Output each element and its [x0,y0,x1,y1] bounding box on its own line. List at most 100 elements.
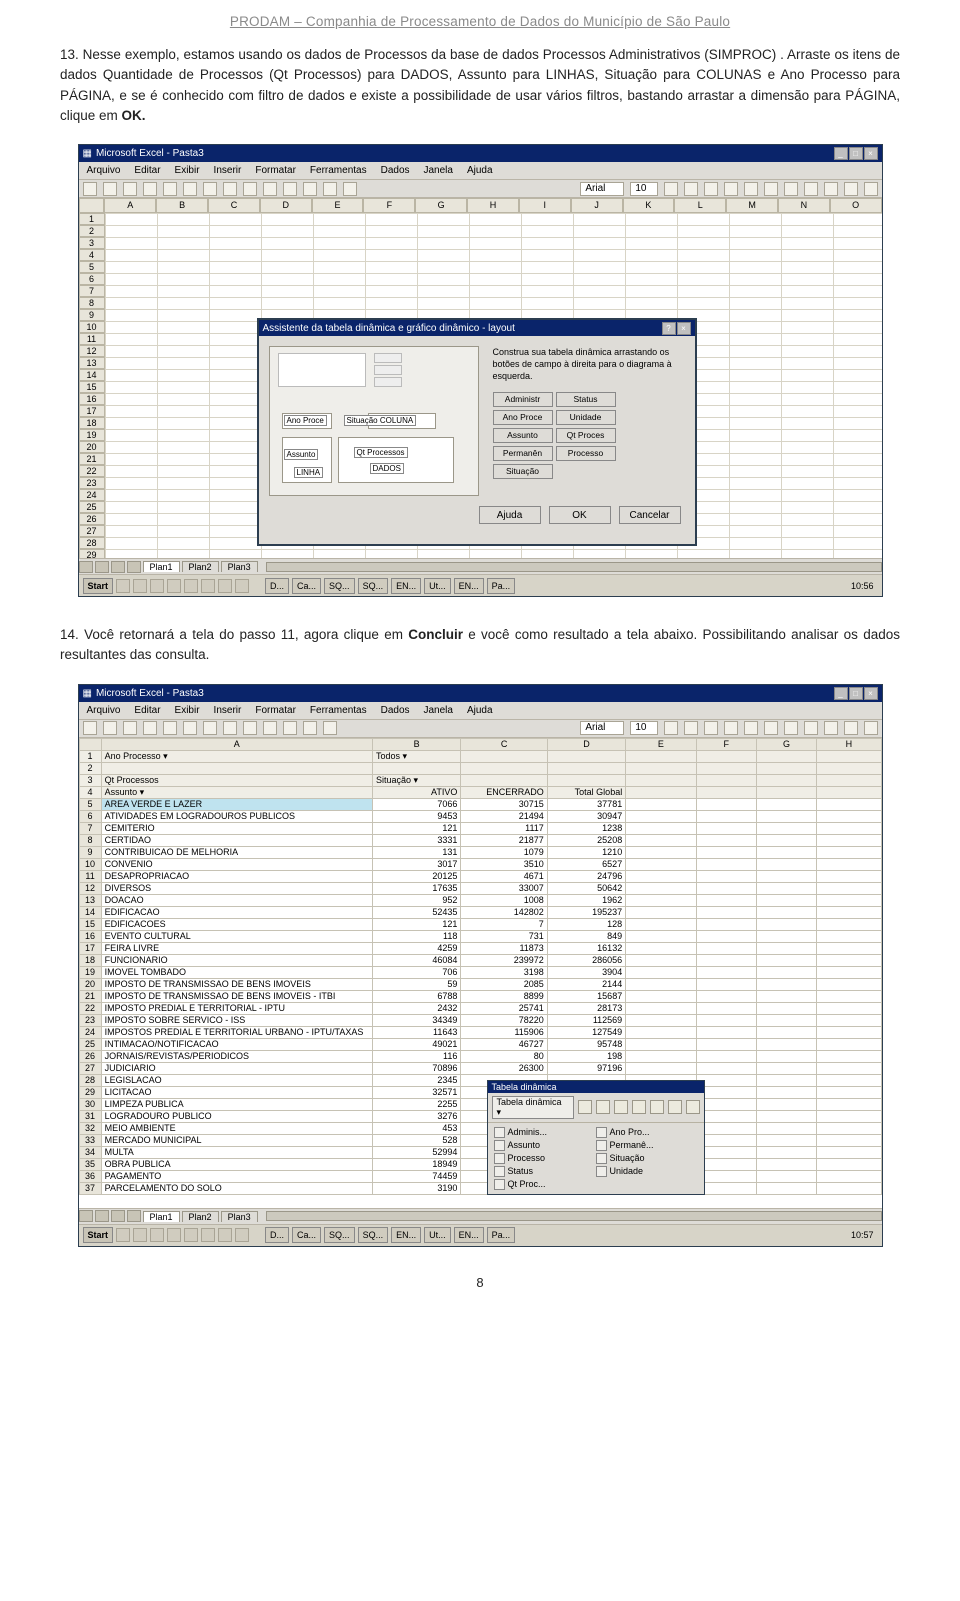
row-header[interactable]: 26 [79,1050,101,1062]
row-header[interactable]: 30 [79,1098,101,1110]
copy-icon[interactable] [183,721,197,735]
col-header[interactable]: B [156,198,208,213]
pivot-cell[interactable]: ATIVIDADES EM LOGRADOUROS PUBLICOS [101,810,372,822]
row-header[interactable]: 3 [79,237,105,249]
sheet-tab[interactable]: Plan3 [221,561,258,572]
field-button[interactable]: Status [556,392,616,407]
quick-launch-icon[interactable] [201,579,215,593]
taskbar-item[interactable]: Ut... [424,1227,451,1243]
font-size[interactable]: 10 [630,182,657,196]
col-header[interactable]: E [312,198,364,213]
palette-field[interactable]: Ano Pro... [596,1127,692,1138]
tab-nav-last-icon[interactable] [127,1210,141,1222]
pivot-cell[interactable]: 2432 [372,1002,460,1014]
row-header[interactable]: 6 [79,810,101,822]
pivot-cell[interactable]: 3510 [461,858,547,870]
font-color-icon[interactable] [864,721,878,735]
quick-launch-icon[interactable] [150,579,164,593]
taskbar-item[interactable]: D... [265,578,289,594]
quick-launch-icon[interactable] [218,1228,232,1242]
fill-color-icon[interactable] [844,721,858,735]
menu-item[interactable]: Inserir [210,165,246,176]
pivot-cell[interactable]: 17635 [372,882,460,894]
taskbar-item[interactable]: EN... [391,578,421,594]
underline-icon[interactable] [704,721,718,735]
row-header[interactable]: 24 [79,1026,101,1038]
col-header[interactable]: E [626,738,696,750]
pivot-cell[interactable] [547,774,625,786]
align-center-icon[interactable] [744,182,758,196]
pivot-cell[interactable]: 1079 [461,846,547,858]
save-icon[interactable] [123,721,137,735]
taskbar-item[interactable]: D... [265,1227,289,1243]
pivot-cell[interactable]: 118 [372,930,460,942]
zone-page-field[interactable]: Ano Proce [284,415,327,426]
row-header[interactable]: 37 [79,1182,101,1194]
col-header[interactable]: I [519,198,571,213]
wizard-cancel-button[interactable]: Cancelar [619,506,681,524]
col-header[interactable]: L [674,198,726,213]
pivot-cell[interactable]: LEGISLACAO [101,1074,372,1086]
row-header[interactable]: 2 [79,762,101,774]
pivot-cell[interactable]: 121 [372,918,460,930]
quick-launch-icon[interactable] [116,579,130,593]
row-header[interactable]: 25 [79,1038,101,1050]
col-header[interactable]: C [208,198,260,213]
currency-icon[interactable] [804,721,818,735]
font-name[interactable]: Arial [580,182,624,196]
quick-launch-icon[interactable] [116,1228,130,1242]
pivot-cell[interactable]: 4671 [461,870,547,882]
pivot-cell[interactable] [547,750,625,762]
menu-item[interactable]: Ajuda [463,165,497,176]
col-header[interactable]: F [696,738,756,750]
quick-launch-icon[interactable] [133,579,147,593]
row-header[interactable]: 10 [79,858,101,870]
sort-desc-icon[interactable] [343,182,357,196]
pivot-cell[interactable]: 28173 [547,1002,625,1014]
start-button[interactable]: Start [83,578,114,594]
dropdown-icon[interactable]: ▾ [402,751,407,761]
pivot-cell[interactable]: PARCELAMENTO DO SOLO [101,1182,372,1194]
quick-launch-icon[interactable] [235,579,249,593]
borders-icon[interactable] [824,721,838,735]
menu-item[interactable]: Formatar [251,165,300,176]
col-header[interactable]: J [571,198,623,213]
pivot-cell[interactable]: 195237 [547,906,625,918]
row-header[interactable]: 13 [79,357,105,369]
row-header[interactable]: 9 [79,846,101,858]
row-header[interactable]: 11 [79,870,101,882]
pivot-cell[interactable]: 2255 [372,1098,460,1110]
pivot-cell[interactable]: Ano Processo ▾ [101,750,372,762]
tab-nav-next-icon[interactable] [111,1210,125,1222]
palette-field[interactable]: Permanê... [596,1140,692,1151]
row-header[interactable]: 35 [79,1158,101,1170]
chart-icon[interactable] [323,721,337,735]
menu-item[interactable]: Inserir [210,705,246,716]
pivot-refresh-icon[interactable] [650,1100,664,1114]
pivot-cell[interactable]: 74459 [372,1170,460,1182]
dropdown-icon[interactable]: ▾ [413,775,418,785]
row-header[interactable]: 5 [79,261,105,273]
col-header[interactable]: K [623,198,675,213]
taskbar-item[interactable]: SQ... [358,578,389,594]
row-header[interactable]: 16 [79,393,105,405]
pivot-cell[interactable]: EVENTO CULTURAL [101,930,372,942]
pivot-cell[interactable]: ENCERRADO [461,786,547,798]
row-header[interactable]: 12 [79,345,105,357]
palette-field[interactable]: Situação [596,1153,692,1164]
taskbar-item[interactable]: EN... [454,578,484,594]
pivot-cell[interactable]: INTIMACAO/NOTIFICACAO [101,1038,372,1050]
palette-title[interactable]: Tabela dinâmica [488,1081,704,1093]
taskbar-item[interactable]: Ca... [292,1227,321,1243]
quick-launch-icon[interactable] [235,1228,249,1242]
row-header[interactable]: 4 [79,249,105,261]
row-header[interactable]: 24 [79,489,105,501]
pivot-cell[interactable]: 24796 [547,870,625,882]
redo-icon[interactable] [263,182,277,196]
row-header[interactable]: 7 [79,822,101,834]
quick-launch-icon[interactable] [133,1228,147,1242]
taskbar-item[interactable]: Pa... [487,1227,516,1243]
pivot-cell[interactable]: 6788 [372,990,460,1002]
pivot-cell[interactable]: IMPOSTO DE TRANSMISSAO DE BENS IMOVEIS -… [101,990,372,1002]
pivot-cell[interactable]: LICITACAO [101,1086,372,1098]
